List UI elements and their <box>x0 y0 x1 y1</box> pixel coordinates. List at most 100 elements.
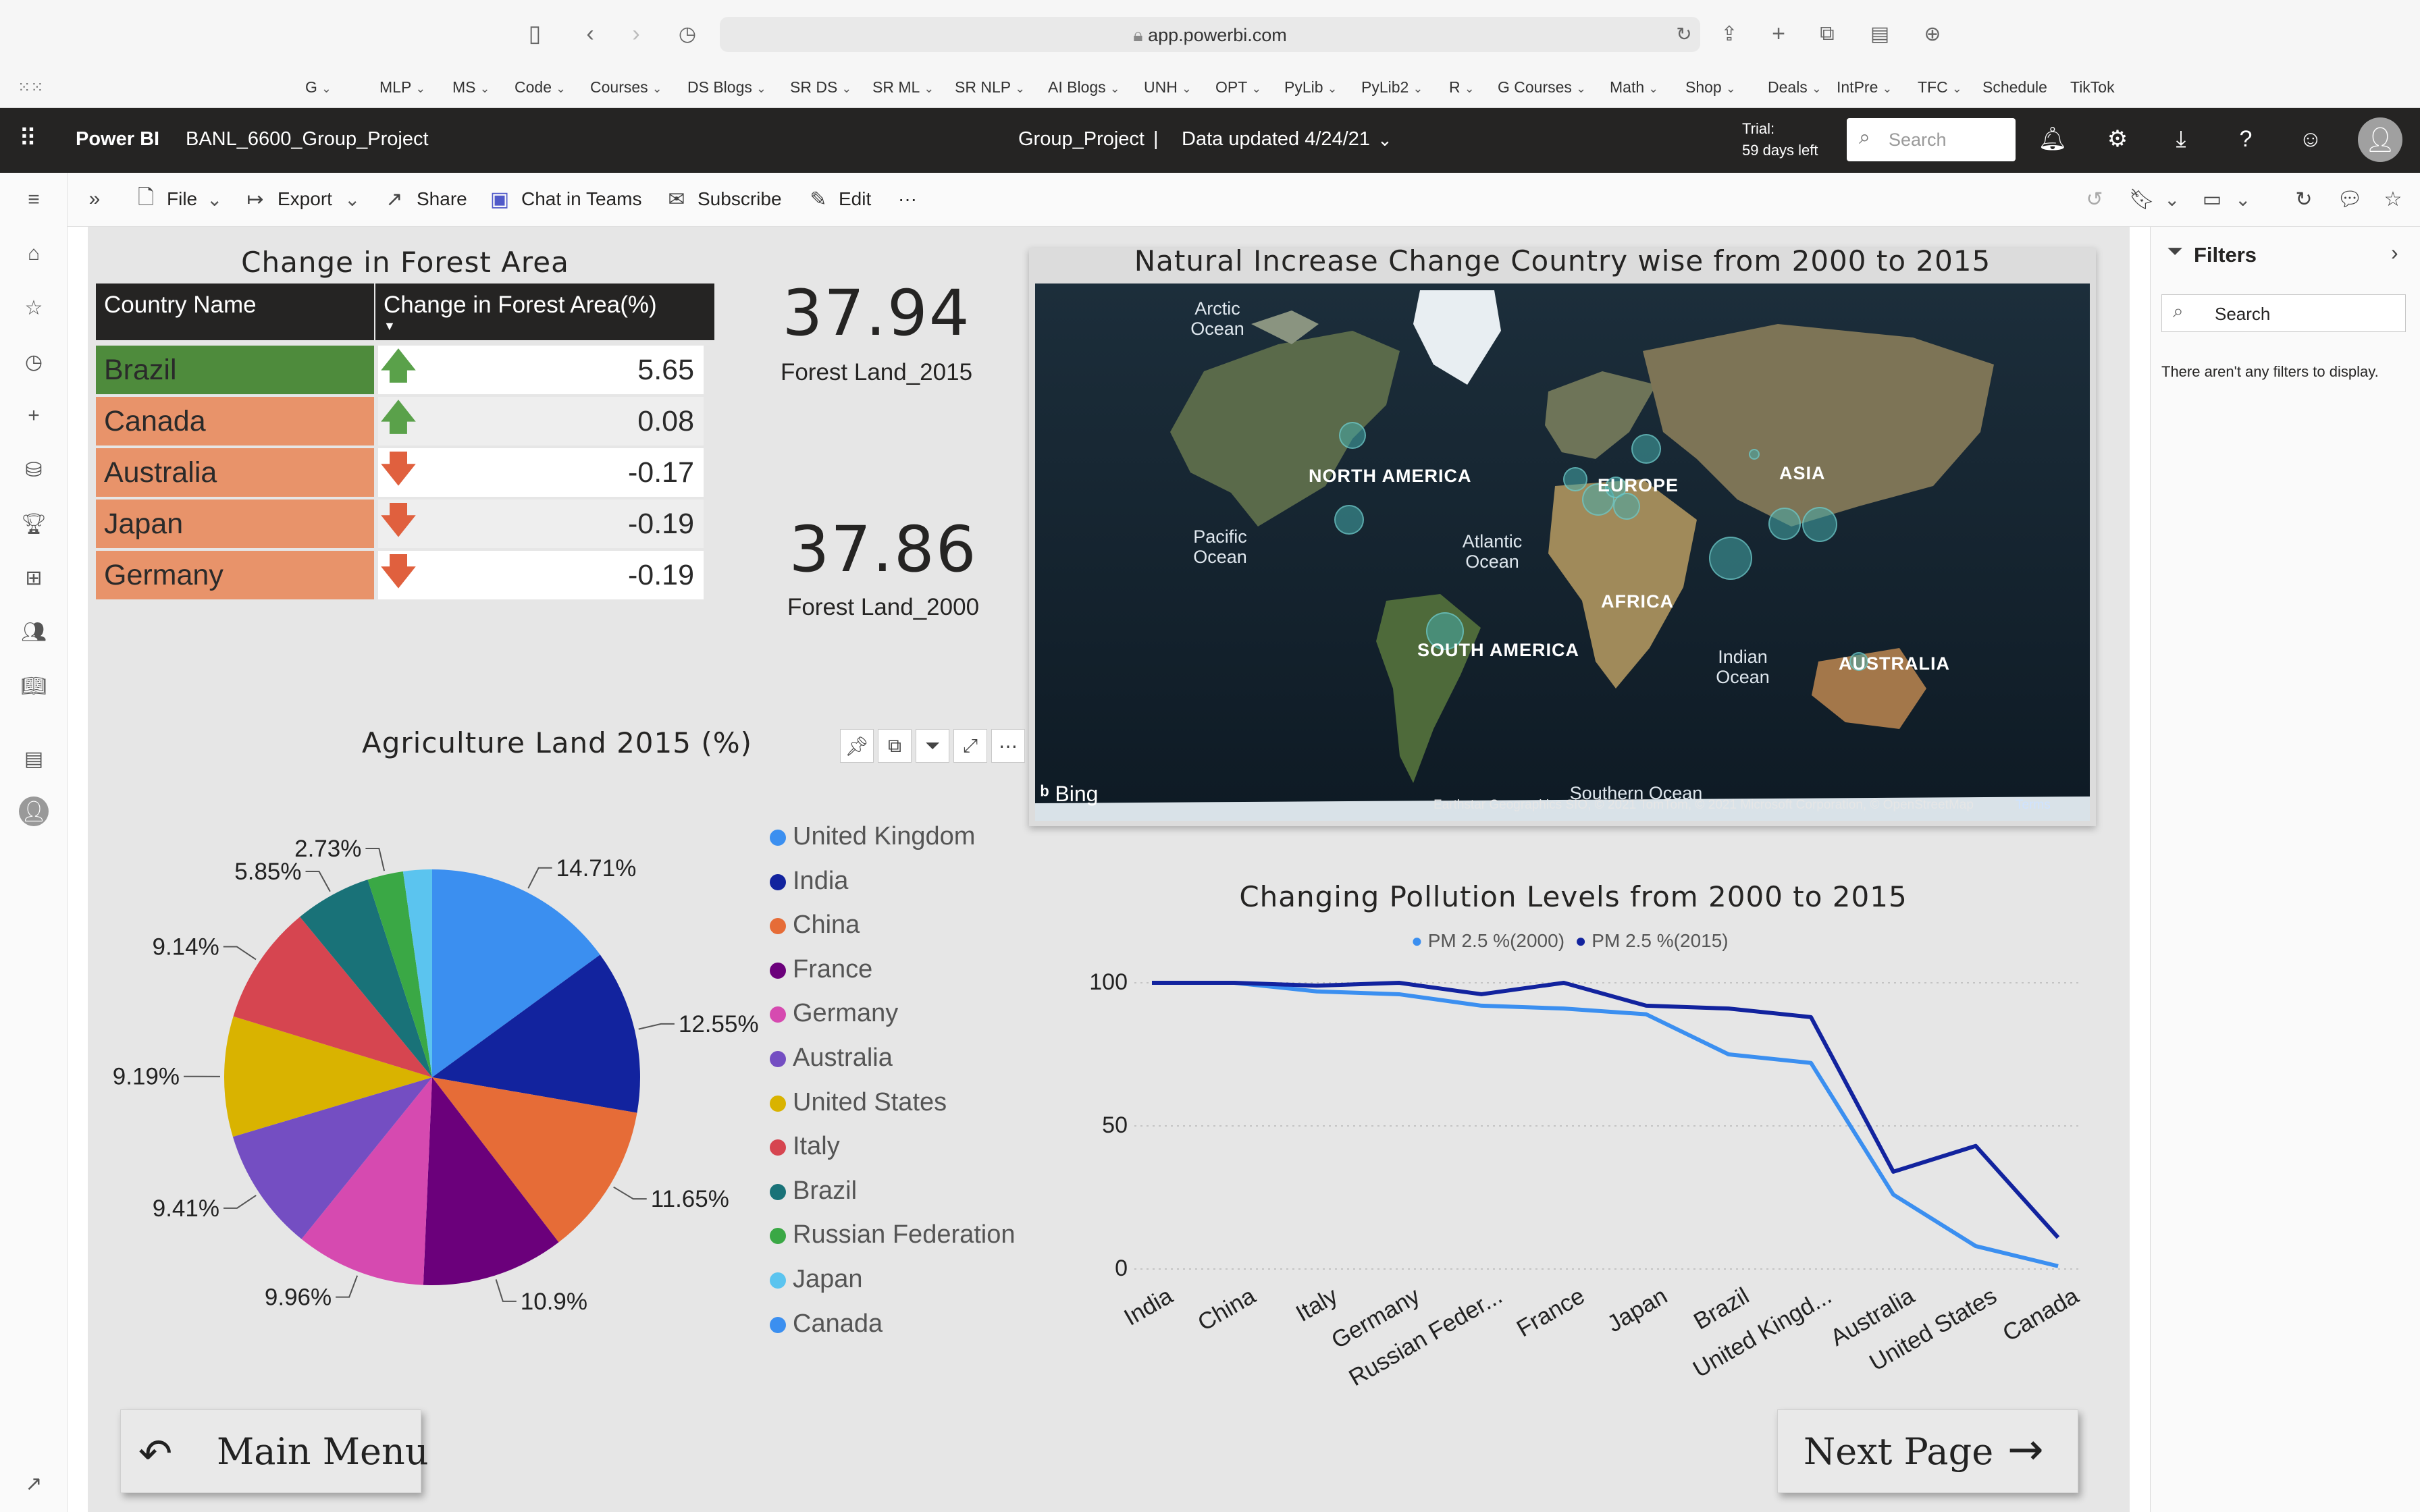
bookmark-item[interactable]: PyLib2 ⌄ <box>1361 78 1423 97</box>
chevron-down-icon[interactable]: ⌄ <box>344 188 360 211</box>
pie-legend-item[interactable]: Australia <box>770 1044 893 1073</box>
collapse-filters-icon[interactable]: › <box>2391 240 2398 265</box>
map-bubble[interactable] <box>1613 493 1640 520</box>
bookmark-item[interactable]: G ⌄ <box>305 78 332 97</box>
map-bubble[interactable] <box>1631 434 1661 464</box>
chevron-down-icon[interactable]: ⌄ <box>2235 188 2251 211</box>
bookmark-item[interactable]: OPT ⌄ <box>1215 78 1261 97</box>
focus-mode-icon[interactable]: ⤢ <box>953 729 987 763</box>
create-icon[interactable]: + <box>18 400 50 432</box>
column-header-country[interactable]: Country Name <box>96 284 374 340</box>
feedback-smiley-icon[interactable]: ☺ <box>2293 122 2328 157</box>
map-bubble[interactable] <box>1768 508 1801 540</box>
subscribe-button[interactable]: Subscribe <box>698 188 782 210</box>
map-bubble[interactable] <box>1563 467 1587 491</box>
bookmark-item[interactable]: PyLib ⌄ <box>1284 78 1338 97</box>
pie-legend-item[interactable]: India <box>770 867 848 896</box>
undo-icon[interactable]: ↺ <box>2081 186 2108 213</box>
view-icon[interactable]: ▭ <box>2199 186 2226 213</box>
chevron-down-icon[interactable]: ⌄ <box>2164 188 2180 211</box>
series-line-2000[interactable] <box>1152 981 2059 1268</box>
avatar[interactable]: 👤︎ <box>2358 117 2402 162</box>
home-icon[interactable]: ⌂ <box>18 238 50 270</box>
workspaces-icon[interactable]: ▤ <box>18 742 50 775</box>
filters-search-input[interactable]: ⌕ Search <box>2161 294 2406 332</box>
pie-legend-item[interactable]: France <box>770 955 872 984</box>
map-canvas[interactable]: NORTH AMERICA EUROPE ASIA AFRICA SOUTH A… <box>1035 284 2090 821</box>
favorites-icon[interactable]: ☆ <box>18 292 50 324</box>
data-updated[interactable]: Data updated 4/24/21 <box>1182 128 1370 151</box>
star-icon[interactable]: ☆ <box>2379 186 2406 213</box>
pie-legend-item[interactable]: Japan <box>770 1265 863 1294</box>
bookmark-item[interactable]: G Courses ⌄ <box>1498 78 1586 97</box>
pie-legend-item[interactable]: Russian Federation <box>770 1220 1016 1249</box>
edit-button[interactable]: Edit <box>839 188 871 210</box>
more-options-icon[interactable]: ⋯ <box>991 729 1025 763</box>
learn-icon[interactable]: 📖︎ <box>18 670 50 702</box>
share-button[interactable]: Share <box>417 188 467 210</box>
bell-icon[interactable]: 🔔︎ <box>2035 122 2070 157</box>
sidebar-toggle-icon[interactable]: ▯ <box>519 18 551 50</box>
bookmark-item[interactable]: DS Blogs ⌄ <box>687 78 766 97</box>
file-menu[interactable]: File <box>167 188 197 210</box>
forest-row-value[interactable]: 5.65 <box>419 346 704 394</box>
new-tab-icon[interactable]: + <box>1762 18 1795 50</box>
open-external-icon[interactable]: ↗ <box>18 1467 50 1500</box>
bookmark-item[interactable]: SR DS ⌄ <box>790 78 851 97</box>
pie-legend-item[interactable]: Canada <box>770 1310 883 1339</box>
my-workspace-icon[interactable]: 👤︎ <box>19 796 49 826</box>
forest-row-country[interactable]: Australia <box>96 448 374 497</box>
copy-icon[interactable]: ⧉ <box>878 729 912 763</box>
help-icon[interactable]: ? <box>2228 122 2263 157</box>
pie-legend-item[interactable]: United States <box>770 1088 947 1117</box>
bookmark-item[interactable]: TFC ⌄ <box>1918 78 1962 97</box>
address-bar[interactable]: 🔒︎ app.powerbi.com <box>720 17 1700 52</box>
expand-icon[interactable]: » <box>81 186 108 213</box>
bookmark-item[interactable]: SR NLP ⌄ <box>955 78 1025 97</box>
pie-legend-item[interactable]: Germany <box>770 999 898 1028</box>
pie-legend-item[interactable]: China <box>770 911 860 940</box>
forest-row-value[interactable]: -0.17 <box>419 448 704 497</box>
download-icon[interactable]: ⊕ <box>1916 18 1949 50</box>
bookmark-item[interactable]: Schedule <box>1982 78 2047 97</box>
line-chart[interactable] <box>1040 945 2120 1418</box>
series-line-2015[interactable] <box>1152 981 2060 1239</box>
forest-row-country[interactable]: Japan <box>96 500 374 548</box>
app-name[interactable]: Power BI <box>76 128 159 151</box>
filter-icon[interactable]: ⏷ <box>916 729 949 763</box>
bookmark-item[interactable]: Code ⌄ <box>515 78 566 97</box>
chevron-down-icon[interactable]: ⌄ <box>1377 130 1392 151</box>
bookmark-item[interactable]: Courses ⌄ <box>590 78 662 97</box>
gear-icon[interactable]: ⚙ <box>2100 122 2135 157</box>
bookmark-icon[interactable]: 🔖︎ <box>2128 186 2155 213</box>
tabs-icon[interactable]: ⧉ <box>1811 18 1843 50</box>
pie-legend-item[interactable]: Brazil <box>770 1177 857 1206</box>
chevron-down-icon[interactable]: ⌄ <box>207 188 222 211</box>
bookmark-item[interactable]: SR ML ⌄ <box>872 78 934 97</box>
export-menu[interactable]: Export <box>278 188 332 210</box>
shared-icon[interactable]: 👥︎ <box>18 616 50 648</box>
header-search-input[interactable]: ⌕ Search <box>1847 118 2016 161</box>
bookmark-item[interactable]: TikTok <box>2070 78 2115 97</box>
forest-row-value[interactable]: 0.08 <box>419 397 704 446</box>
chat-in-teams-button[interactable]: Chat in Teams <box>521 188 641 210</box>
forest-row-country[interactable]: Germany <box>96 551 374 599</box>
share-icon[interactable]: ⇪ <box>1713 18 1745 50</box>
bookmark-item[interactable]: Shop ⌄ <box>1685 78 1736 97</box>
download-icon[interactable]: ⤓ <box>2163 122 2199 157</box>
apps-grid-icon[interactable]: ⁙⁙ <box>18 78 44 97</box>
bookmark-item[interactable]: AI Blogs ⌄ <box>1048 78 1120 97</box>
apps-icon[interactable]: ⊞ <box>18 562 50 594</box>
comment-icon[interactable]: 💬︎ <box>2336 186 2363 213</box>
bookmark-item[interactable]: Math ⌄ <box>1610 78 1658 97</box>
terms-link[interactable]: Terms <box>2016 798 2051 813</box>
more-options-button[interactable]: ··· <box>898 188 917 210</box>
column-header-change[interactable]: Change in Forest Area(%) ▼ <box>375 284 714 340</box>
forest-row-value[interactable]: -0.19 <box>419 500 704 548</box>
history-icon[interactable]: ◷ <box>671 18 704 50</box>
reload-icon[interactable]: ↻ <box>1668 18 1700 50</box>
refresh-icon[interactable]: ↻ <box>2290 186 2317 213</box>
bookmark-item[interactable]: MS ⌄ <box>452 78 490 97</box>
forest-row-country[interactable]: Canada <box>96 397 374 446</box>
bookmark-item[interactable]: R ⌄ <box>1449 78 1475 97</box>
